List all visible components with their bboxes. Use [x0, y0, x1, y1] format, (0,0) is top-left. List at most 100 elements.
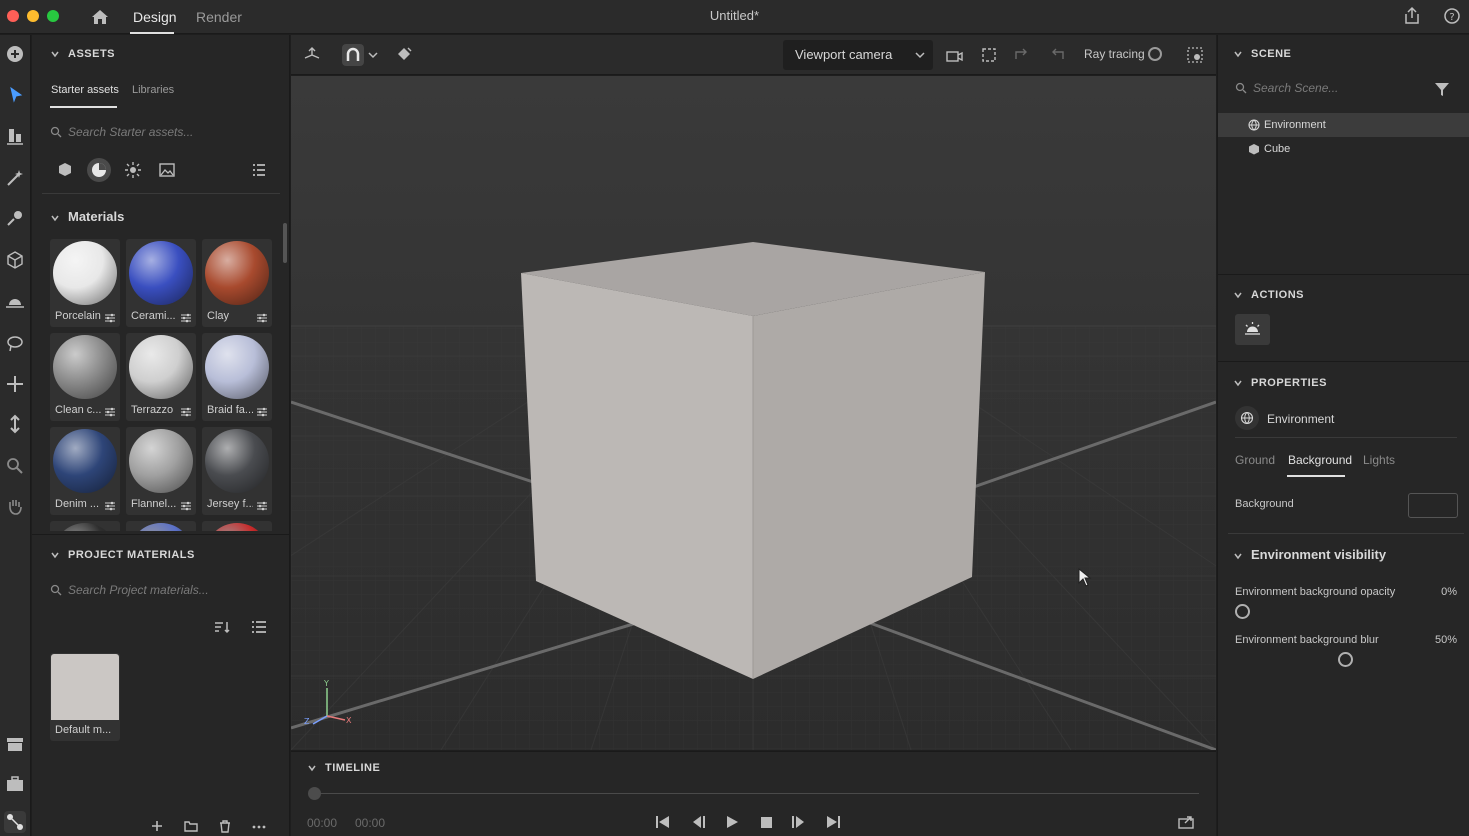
material-card[interactable]: Cerami... — [126, 239, 196, 327]
adjust-icon[interactable] — [180, 406, 192, 417]
sort-icon[interactable] — [213, 618, 231, 636]
align-tool-icon[interactable] — [4, 125, 26, 147]
chevron-down-icon[interactable] — [367, 44, 379, 66]
undo-camera-icon[interactable] — [1011, 44, 1033, 66]
object-tool-icon[interactable] — [4, 249, 26, 271]
export-animation-icon[interactable] — [1177, 813, 1195, 831]
skip-to-end-icon[interactable] — [824, 813, 842, 831]
ray-tracing-toggle[interactable] — [1148, 47, 1162, 61]
environment-tool-icon[interactable] — [4, 291, 26, 313]
trash-icon[interactable] — [217, 818, 233, 834]
adjust-icon[interactable] — [180, 312, 192, 323]
adjust-icon[interactable] — [256, 312, 268, 323]
vertical-move-icon[interactable] — [4, 413, 26, 435]
select-tool-icon[interactable] — [4, 84, 26, 106]
scene-search-input[interactable]: Search Scene... — [1235, 81, 1338, 95]
models-filter-icon[interactable] — [53, 158, 77, 182]
scene-item-environment[interactable]: Environment — [1218, 113, 1469, 137]
assets-scrollbar[interactable] — [283, 223, 287, 263]
properties-header[interactable]: PROPERTIES — [1233, 377, 1327, 389]
scene-render: Y X Z — [291, 76, 1216, 750]
share-icon[interactable] — [1402, 6, 1422, 26]
zoom-icon[interactable] — [4, 455, 26, 477]
transform-icon[interactable] — [301, 44, 323, 66]
lights-filter-icon[interactable] — [121, 158, 145, 182]
material-card[interactable] — [50, 521, 120, 531]
magic-wand-icon[interactable] — [4, 167, 26, 189]
assets-header-label: ASSETS — [68, 48, 116, 60]
move-tool-icon[interactable] — [4, 373, 26, 395]
frame-selection-icon[interactable] — [978, 44, 1000, 66]
camera-select[interactable]: Viewport camera — [783, 40, 933, 70]
environment-action-button[interactable] — [1235, 314, 1270, 345]
viewport-canvas[interactable]: Y X Z — [291, 76, 1216, 750]
skip-to-start-icon[interactable] — [654, 813, 672, 831]
scene-header[interactable]: SCENE — [1233, 48, 1291, 60]
material-sphere — [205, 335, 269, 399]
magnet-snap-icon[interactable] — [342, 44, 364, 66]
project-material-card[interactable]: Default m... — [50, 653, 120, 741]
lasso-tool-icon[interactable] — [4, 333, 26, 355]
blur-slider[interactable] — [1338, 652, 1353, 667]
viewport-settings-icon[interactable] — [1184, 44, 1206, 66]
assets-header[interactable]: ASSETS — [50, 48, 115, 60]
material-card[interactable]: Clay — [202, 239, 272, 327]
adjust-icon[interactable] — [256, 500, 268, 511]
paint-tool-icon[interactable] — [4, 207, 26, 229]
add-icon[interactable] — [4, 43, 26, 65]
environment-visibility-header[interactable]: Environment visibility — [1233, 547, 1386, 562]
materials-section-header[interactable]: Materials — [50, 209, 124, 224]
filter-icon[interactable] — [1434, 81, 1450, 97]
list-view-icon[interactable] — [247, 158, 271, 182]
adjust-icon[interactable] — [104, 406, 116, 417]
images-filter-icon[interactable] — [155, 158, 179, 182]
material-card[interactable] — [202, 521, 272, 531]
tab-background[interactable]: Background — [1288, 453, 1352, 467]
step-back-icon[interactable] — [689, 813, 707, 831]
tab-ground[interactable]: Ground — [1235, 453, 1275, 467]
adjust-icon[interactable] — [104, 500, 116, 511]
graph-icon[interactable] — [4, 811, 26, 833]
material-card[interactable]: Braid fa... — [202, 333, 272, 421]
project-materials-header[interactable]: PROJECT MATERIALS — [50, 549, 195, 561]
material-card[interactable] — [126, 521, 196, 531]
tab-libraries[interactable]: Libraries — [132, 84, 174, 96]
step-forward-icon[interactable] — [790, 813, 808, 831]
folder-icon[interactable] — [183, 818, 199, 834]
drop-to-ground-icon[interactable] — [393, 44, 415, 66]
adjust-icon[interactable] — [104, 312, 116, 323]
adjust-icon[interactable] — [180, 500, 192, 511]
list-view-icon[interactable] — [250, 618, 268, 636]
help-icon[interactable]: ? — [1442, 6, 1462, 26]
actions-header[interactable]: ACTIONS — [1233, 289, 1304, 301]
timeline-playhead[interactable] — [308, 787, 321, 800]
material-card[interactable]: Clean c... — [50, 333, 120, 421]
more-icon[interactable] — [251, 818, 267, 834]
play-icon[interactable] — [723, 813, 741, 831]
timeline-track[interactable] — [313, 793, 1199, 794]
assets-search-input[interactable]: Search Starter assets... — [50, 125, 193, 139]
toolbox-icon[interactable] — [4, 773, 26, 795]
adjust-icon[interactable] — [256, 406, 268, 417]
materials-filter-icon[interactable] — [87, 158, 111, 182]
stop-icon[interactable] — [757, 813, 775, 831]
background-color-swatch[interactable] — [1408, 493, 1458, 518]
material-card[interactable]: Flannel... — [126, 427, 196, 515]
tab-starter-assets[interactable]: Starter assets — [51, 84, 119, 96]
opacity-slider[interactable] — [1235, 604, 1250, 619]
material-card[interactable]: Jersey f... — [202, 427, 272, 515]
camera-view-icon[interactable] — [943, 44, 965, 66]
pan-hand-icon[interactable] — [4, 495, 26, 517]
material-sphere — [53, 241, 117, 305]
material-card[interactable]: Porcelain — [50, 239, 120, 327]
material-card[interactable]: Terrazzo — [126, 333, 196, 421]
scene-item-cube[interactable]: Cube — [1218, 137, 1469, 161]
tab-lights[interactable]: Lights — [1363, 453, 1395, 467]
redo-camera-icon[interactable] — [1046, 44, 1068, 66]
add-icon[interactable] — [149, 818, 165, 834]
archive-icon[interactable] — [4, 733, 26, 755]
timeline-header[interactable]: TIMELINE — [307, 762, 380, 774]
materials-header-label: Materials — [68, 209, 125, 224]
project-materials-search-input[interactable]: Search Project materials... — [50, 583, 209, 597]
material-card[interactable]: Denim ... — [50, 427, 120, 515]
